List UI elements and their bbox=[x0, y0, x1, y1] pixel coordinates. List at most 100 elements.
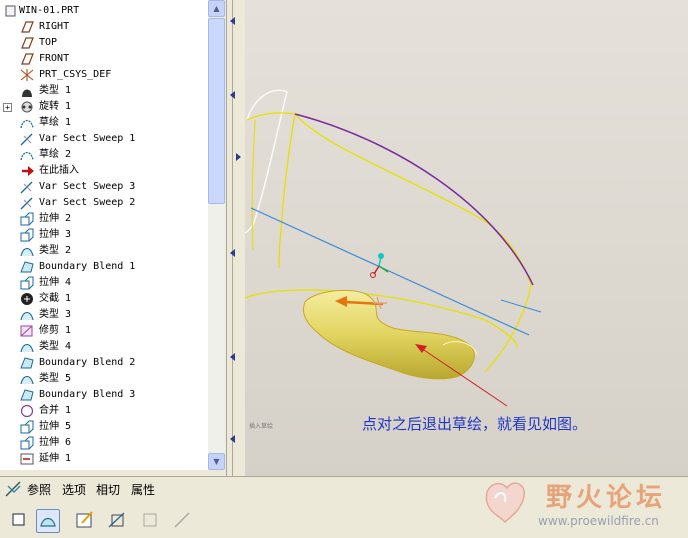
tree-item[interactable]: 拉伸 2 bbox=[0, 211, 208, 227]
intersect-icon bbox=[19, 292, 35, 306]
type-feature-icon bbox=[19, 84, 35, 98]
tree-item-label: Boundary Blend 3 bbox=[39, 389, 136, 400]
watermark-url: www.proewildfire.cn bbox=[538, 514, 659, 528]
tree-item-label: 旋转 1 bbox=[39, 101, 72, 112]
collapse-arrow-icon[interactable] bbox=[230, 249, 235, 257]
merge-icon bbox=[19, 404, 35, 418]
edit-sketch-icon[interactable] bbox=[74, 509, 96, 531]
extrude-icon bbox=[19, 212, 35, 226]
revolve-icon bbox=[19, 100, 35, 114]
menu-references[interactable]: 参照 bbox=[27, 482, 51, 498]
scroll-down-button[interactable]: ▼ bbox=[208, 453, 225, 470]
tree-item[interactable]: 类型 5 bbox=[0, 371, 208, 387]
tree-item-label: 类型 5 bbox=[39, 373, 72, 384]
model-tree: WIN-01.PRT RIGHT TOP FRONT PRT_CSYS_DEF 类型 1 +… bbox=[0, 0, 208, 470]
tree-item[interactable]: 修剪 1 bbox=[0, 323, 208, 339]
tree-item[interactable]: 拉伸 5 bbox=[0, 419, 208, 435]
trajectory-tool-icon[interactable] bbox=[4, 480, 22, 498]
box-icon[interactable] bbox=[140, 509, 162, 531]
tree-item[interactable]: 合并 1 bbox=[0, 403, 208, 419]
tree-item-label: Var Sect Sweep 1 bbox=[39, 133, 136, 144]
tree-item[interactable]: Boundary Blend 2 bbox=[0, 355, 208, 371]
tree-item[interactable]: WIN-01.PRT bbox=[0, 3, 208, 19]
var-sweep-icon bbox=[19, 180, 35, 194]
tree-item-label: 类型 1 bbox=[39, 85, 72, 96]
tree-item-label: FRONT bbox=[39, 53, 70, 64]
collapse-arrow-icon[interactable] bbox=[230, 435, 235, 443]
tree-item-label: 拉伸 4 bbox=[39, 277, 72, 288]
surface-type-icon bbox=[19, 372, 35, 386]
expand-arrow-icon[interactable] bbox=[236, 153, 241, 161]
tree-item-label: 拉伸 5 bbox=[39, 421, 72, 432]
tree-item[interactable]: 草绘 1 bbox=[0, 115, 208, 131]
model-tree-scrollbar[interactable]: ▲ ▼ bbox=[208, 0, 225, 470]
collapse-arrow-icon[interactable] bbox=[230, 17, 235, 25]
scroll-thumb[interactable] bbox=[208, 18, 225, 204]
panel-splitter[interactable] bbox=[226, 0, 245, 476]
menu-properties[interactable]: 属性 bbox=[131, 482, 155, 498]
surface-type-icon bbox=[19, 244, 35, 258]
tree-item[interactable]: Var Sect Sweep 3 bbox=[0, 179, 208, 195]
tree-item[interactable]: 类型 2 bbox=[0, 243, 208, 259]
tree-item[interactable]: 拉伸 4 bbox=[0, 275, 208, 291]
tree-item-label: Boundary Blend 2 bbox=[39, 357, 136, 368]
tree-item[interactable]: 类型 3 bbox=[0, 307, 208, 323]
menu-options[interactable]: 选项 bbox=[62, 482, 86, 498]
scroll-up-button[interactable]: ▲ bbox=[208, 0, 225, 17]
tree-item[interactable]: 在此插入 bbox=[0, 163, 208, 179]
tree-item[interactable]: 类型 4 bbox=[0, 339, 208, 355]
tree-item[interactable]: Var Sect Sweep 1 bbox=[0, 131, 208, 147]
tree-item-label: 草绘 2 bbox=[39, 149, 72, 160]
tree-item[interactable]: Boundary Blend 1 bbox=[0, 259, 208, 275]
graphics-viewport[interactable]: 点对之后退出草绘，就看见如图。 插入草绘 bbox=[245, 0, 688, 476]
tree-item[interactable]: 拉伸 6 bbox=[0, 435, 208, 451]
extrude-icon bbox=[19, 420, 35, 434]
tree-item[interactable]: RIGHT bbox=[0, 19, 208, 35]
slash-icon[interactable] bbox=[171, 509, 193, 531]
tree-item[interactable]: 延伸 1 bbox=[0, 451, 208, 467]
solid-icon[interactable] bbox=[8, 509, 30, 531]
trajectory-icon[interactable] bbox=[106, 509, 128, 531]
collapse-arrow-icon[interactable] bbox=[230, 353, 235, 361]
tree-item-label: TOP bbox=[39, 37, 58, 48]
tree-item[interactable]: 交截 1 bbox=[0, 291, 208, 307]
tree-item[interactable]: 草绘 2 bbox=[0, 147, 208, 163]
sketch-icon bbox=[19, 148, 35, 162]
expand-toggle-icon[interactable]: + bbox=[3, 103, 12, 112]
tree-item[interactable]: TOP bbox=[0, 35, 208, 51]
annotation-text: 点对之后退出草绘，就看见如图。 bbox=[362, 415, 588, 433]
tree-item[interactable]: 类型 1 bbox=[0, 83, 208, 99]
extrude-icon bbox=[19, 228, 35, 242]
tree-item[interactable]: FRONT bbox=[0, 51, 208, 67]
tree-item-label: 在此插入 bbox=[39, 165, 79, 176]
extrude-icon bbox=[19, 276, 35, 290]
collapse-arrow-icon[interactable] bbox=[230, 91, 235, 99]
tree-item-label: 拉伸 2 bbox=[39, 213, 72, 224]
tree-item[interactable]: PRT_CSYS_DEF bbox=[0, 67, 208, 83]
tree-item-label: RIGHT bbox=[39, 21, 70, 32]
tree-item[interactable]: 拉伸 3 bbox=[0, 227, 208, 243]
datum-plane-icon bbox=[19, 36, 35, 50]
tiny-label: 插入草绘 bbox=[249, 423, 274, 430]
tree-item-label: Boundary Blend 1 bbox=[39, 261, 136, 272]
tree-item-label: Var Sect Sweep 2 bbox=[39, 197, 136, 208]
tree-item[interactable]: Boundary Blend 3 bbox=[0, 387, 208, 403]
tree-item-label: 修剪 1 bbox=[39, 325, 72, 336]
tree-item-label: PRT_CSYS_DEF bbox=[39, 69, 112, 80]
watermark-text: 野火论坛 bbox=[546, 483, 667, 513]
model-geometry bbox=[245, 89, 542, 407]
extend-icon bbox=[19, 452, 35, 466]
tree-item-label: Var Sect Sweep 3 bbox=[39, 181, 136, 192]
tree-item-label: 合并 1 bbox=[39, 405, 72, 416]
tree-item-label: 交截 1 bbox=[39, 293, 72, 304]
tree-item[interactable]: + 旋转 1 bbox=[0, 99, 208, 115]
tree-item-label: 拉伸 6 bbox=[39, 437, 72, 448]
tree-item[interactable]: Var Sect Sweep 2 bbox=[0, 195, 208, 211]
csys-icon bbox=[19, 68, 35, 82]
surface-icon[interactable] bbox=[36, 509, 60, 533]
sketch-icon bbox=[19, 116, 35, 130]
extrude-icon bbox=[19, 436, 35, 450]
tree-item-label: 类型 3 bbox=[39, 309, 72, 320]
surface-type-icon bbox=[19, 340, 35, 354]
menu-tangency[interactable]: 相切 bbox=[96, 482, 120, 498]
